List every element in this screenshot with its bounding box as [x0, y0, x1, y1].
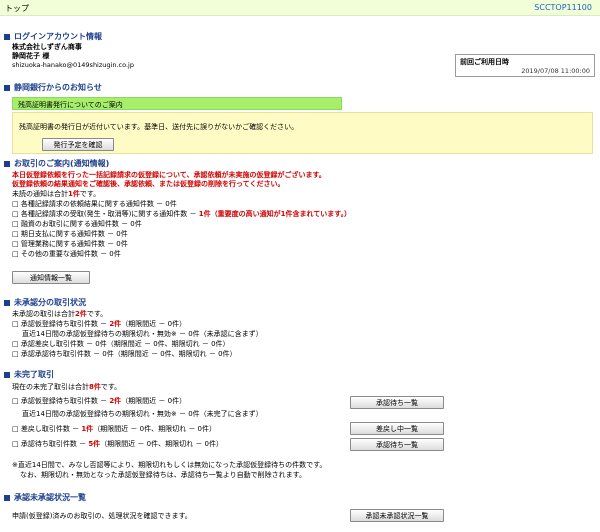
- unread-total: 未読の通知は合計1件です。: [12, 190, 101, 198]
- note-line-1: ※直近14日間で、みなし否認等により、期限切れもしくは無効になった承認仮登録待ち…: [12, 461, 327, 469]
- warning-line-2: 仮登録依頼の結果通知をご確認後、承認依頼、または仮登録の削除を行ってください。: [12, 180, 285, 188]
- section-title: 未完了取引: [14, 370, 54, 379]
- screen-code: SCCTOP11100: [534, 3, 592, 12]
- section-marker-icon: [4, 494, 10, 501]
- section-login-account: ログインアカウント情報: [4, 31, 102, 42]
- unapproved-item[interactable]: □ 承認承認待ち取引件数 － 0件（期限間近 － 0件、期限切れ － 0件）: [12, 350, 237, 359]
- incomplete-expired: 直近14日間の承認仮登録待ちの期限切れ・無効※ － 0件（未完了に含まず）: [22, 410, 263, 418]
- user-email: shizuoka-hanako@0149shizugin.co.jp: [12, 61, 134, 69]
- section-marker-icon: [4, 84, 10, 91]
- notify-item[interactable]: □ 期日支払に関する通知件数 － 0件: [12, 230, 128, 239]
- last-login-box: 前回ご利用日時 2019/07/08 11:00:00: [455, 54, 595, 77]
- section-title: 承認未承認状況一覧: [14, 493, 86, 502]
- last-login-value: 2019/07/08 11:00:00: [521, 67, 590, 75]
- confirm-schedule-button[interactable]: 発行予定を確認: [42, 138, 114, 151]
- warning-line-1: 本日仮登録依頼を行った一括記録請求の仮登録について、承認依頼が未実施の仮登録がご…: [12, 171, 326, 179]
- approval-pending-list-button[interactable]: 承認待ち一覧: [350, 396, 444, 409]
- unapproved-item[interactable]: □ 承認仮登録待ち取引件数 － 2件（期限間近 － 0件）: [12, 320, 186, 329]
- notification-list-button[interactable]: 通知情報一覧: [12, 271, 90, 284]
- unread-count: 1件: [68, 190, 80, 198]
- section-incomplete: 未完了取引: [4, 369, 54, 380]
- section-bank-notice: 静岡銀行からのお知らせ: [4, 82, 102, 93]
- section-marker-icon: [4, 33, 10, 40]
- incomplete-total: 現在の未完了取引は合計8件です。: [12, 383, 122, 391]
- section-title: 未承認分の取引状況: [14, 298, 86, 307]
- notify-item[interactable]: □ 融資のお取引に関する通知件数 － 0件: [12, 220, 142, 229]
- notify-item[interactable]: □ 管理業務に関する通知件数 － 0件: [12, 240, 128, 249]
- incomplete-item[interactable]: □ 差戻し取引件数 － 1件（期限間近 － 0件、期限切れ － 0件）: [12, 425, 216, 434]
- unapproved-expired: 直近14日間の承認仮登録待ちの期限切れ・無効※ － 0件（未承認に含まず）: [22, 330, 263, 338]
- user-name: 静岡花子 様: [12, 52, 50, 60]
- approval-waiting-list-button[interactable]: 承認待ち一覧: [350, 438, 444, 451]
- last-login-label: 前回ご利用日時: [460, 58, 509, 66]
- status-list-desc: 申請(仮登録)済みのお取引の、処理状況を確認できます。: [12, 512, 192, 520]
- section-marker-icon: [4, 371, 10, 378]
- section-title: ログインアカウント情報: [14, 32, 102, 41]
- incomplete-item[interactable]: □ 承認仮登録待ち取引件数 － 2件（期限間近 － 0件）: [12, 397, 186, 406]
- unapproved-total: 未承認の取引は合計2件です。: [12, 310, 108, 318]
- top-bar: トップ SCCTOP11100: [0, 0, 600, 16]
- section-title: お取引のご案内(通知情報): [14, 159, 110, 168]
- notify-item[interactable]: □ 各種記録請求の受取(発生・取消等)に関する通知件数 － 1件（重要度の高い通…: [12, 210, 351, 219]
- section-transaction-guide: お取引のご案内(通知情報): [4, 158, 109, 169]
- page-title: トップ: [5, 4, 29, 13]
- notice-title: 残高証明書発行についてのご案内: [18, 101, 123, 109]
- notice-title-bar: 残高証明書発行についてのご案内: [12, 97, 342, 110]
- section-approval-status: 承認未承認状況一覧: [4, 492, 86, 503]
- important-count: 1件（重要度の高い通知が1件含まれています。）: [198, 210, 352, 218]
- section-unapproved: 未承認分の取引状況: [4, 297, 86, 308]
- returned-list-button[interactable]: 差戻し中一覧: [350, 422, 444, 435]
- unapproved-item[interactable]: □ 承認差戻し取引件数 － 0件（期限間近 － 0件、期限切れ － 0件）: [12, 340, 230, 349]
- incomplete-item[interactable]: □ 承認待ち取引件数 － 5件（期限間近 － 0件、期限切れ － 0件）: [12, 440, 223, 449]
- note-line-2: なお、期限切れ・無効となった承認仮登録待ちは、承認待ち一覧より自動で削除されます…: [20, 471, 306, 479]
- section-marker-icon: [4, 299, 10, 306]
- approval-status-list-button[interactable]: 承認未承認状況一覧: [350, 509, 444, 522]
- section-title: 静岡銀行からのお知らせ: [14, 83, 102, 92]
- notify-item[interactable]: □ その他の重要な通知件数 － 0件: [12, 250, 121, 259]
- section-marker-icon: [4, 160, 10, 167]
- company-name: 株式会社しずぎん商事: [12, 43, 82, 51]
- notice-body: 残高証明書の発行日が近付いています。基準日、送付先に誤りがないかご確認ください。: [19, 123, 299, 131]
- notify-item[interactable]: □ 各種記録請求の依頼結果に関する通知件数 － 0件: [12, 200, 177, 209]
